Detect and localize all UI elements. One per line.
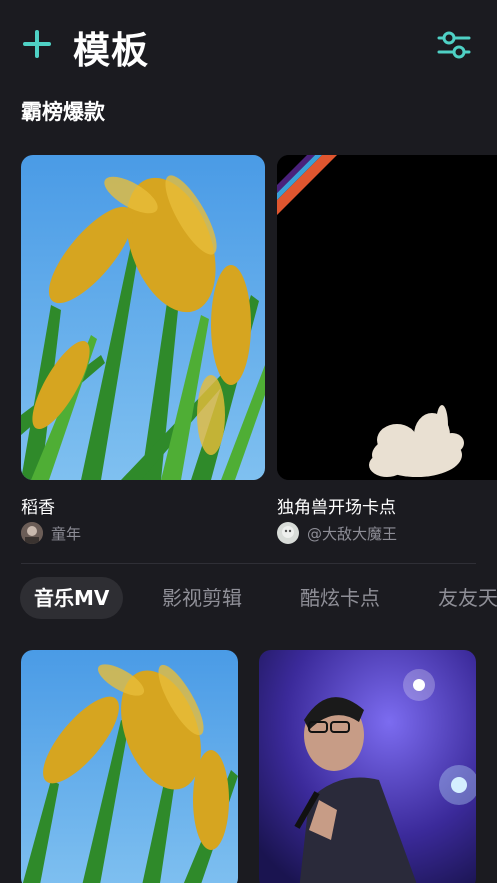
template-title: 独角兽开场卡点 xyxy=(277,498,396,518)
author-name: @大敌大魔王 xyxy=(307,525,398,543)
templates-page: 模板 霸榜爆款 稻香 童年 独角兽开场卡点 @大敌大魔王 音乐MV 影视剪辑 酷… xyxy=(0,0,497,883)
template-thumbnail[interactable] xyxy=(259,650,476,883)
category-tabs: 音乐MV 影视剪辑 酷炫卡点 友友天 xyxy=(0,577,497,621)
avatar xyxy=(277,522,299,544)
app-header: 模板 xyxy=(0,0,497,92)
tab-film-editing[interactable]: 影视剪辑 xyxy=(162,577,242,619)
divider xyxy=(21,563,476,564)
sliders-icon[interactable] xyxy=(436,28,472,62)
plus-icon[interactable] xyxy=(20,27,54,61)
tab-cool-beat[interactable]: 酷炫卡点 xyxy=(300,577,380,619)
tab-music-mv[interactable]: 音乐MV xyxy=(20,577,124,619)
template-thumbnail[interactable] xyxy=(21,155,265,480)
featured-card[interactable]: 稻香 童年 xyxy=(21,155,265,545)
avatar xyxy=(21,522,43,544)
featured-card[interactable]: 独角兽开场卡点 @大敌大魔王 xyxy=(277,155,497,545)
section-title: 霸榜爆款 xyxy=(21,100,105,124)
template-thumbnail[interactable] xyxy=(21,650,238,883)
template-thumbnail[interactable] xyxy=(277,155,497,480)
author-name: 童年 xyxy=(51,525,82,543)
page-title: 模板 xyxy=(73,29,149,72)
tab-friends[interactable]: 友友天 xyxy=(438,577,497,619)
template-title: 稻香 xyxy=(21,498,55,518)
